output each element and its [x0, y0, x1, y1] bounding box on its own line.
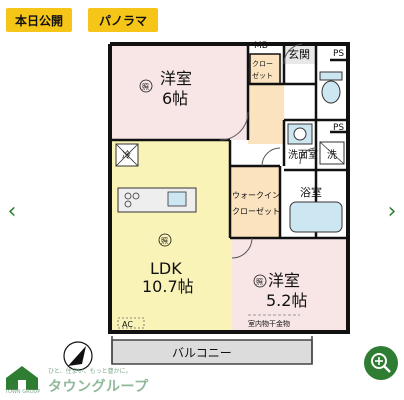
- western-room-1-name: 洋室: [160, 69, 192, 88]
- brand-tagline: ひと、住まい、もっと豊かに。: [48, 368, 132, 375]
- ps-label-2: PS: [333, 123, 344, 133]
- balcony-label: バルコニー: [172, 346, 232, 360]
- hallway: [248, 84, 284, 144]
- lighting-mark-2: 照: [161, 237, 168, 245]
- lighting-mark-1: 照: [142, 83, 149, 91]
- wash-mark: 洗: [327, 149, 337, 161]
- house-logo-icon: [6, 366, 38, 390]
- entrance-label: 玄関: [288, 47, 310, 61]
- bathtub: [289, 201, 343, 233]
- ac-label: AC: [122, 320, 133, 329]
- western-room-2-name: 洋室: [268, 271, 300, 290]
- ps-label-1: PS: [333, 49, 344, 59]
- ldk-area: [110, 140, 232, 330]
- lighting-mark-3: 照: [256, 278, 263, 286]
- brand-small: TOWN GROUP: [5, 389, 41, 395]
- floor-plan: 洋室 6帖 照 LDK 10.7帖 照 洋室 5.2帖 照 室内物干金物 玄関 …: [6, 38, 398, 390]
- toilet-tank: [319, 71, 343, 81]
- closet-label-1: クロー: [252, 60, 273, 68]
- washroom-label: 洗面室: [288, 148, 318, 161]
- mb-label: MB: [254, 41, 268, 51]
- toilet-bowl: [321, 80, 341, 104]
- ldk-size: 10.7帖: [142, 277, 194, 296]
- western-room-2-size: 5.2帖: [266, 291, 307, 310]
- walkin-label-2: クローゼット: [232, 206, 280, 216]
- western-room-1-size: 6帖: [162, 89, 188, 108]
- ldk-name: LDK: [150, 259, 182, 278]
- brand-name: タウングループ: [48, 379, 149, 395]
- walkin-label-1: ウォークイン: [232, 191, 280, 200]
- laundry-rack-label: 室内物干金物: [248, 319, 290, 328]
- zoom-in-icon[interactable]: [364, 346, 398, 380]
- cold-mark: 冷: [122, 149, 131, 161]
- walkin-closet: [230, 166, 280, 238]
- bathroom-label: 浴室: [300, 185, 322, 199]
- closet-label-2: ゼット: [252, 71, 273, 80]
